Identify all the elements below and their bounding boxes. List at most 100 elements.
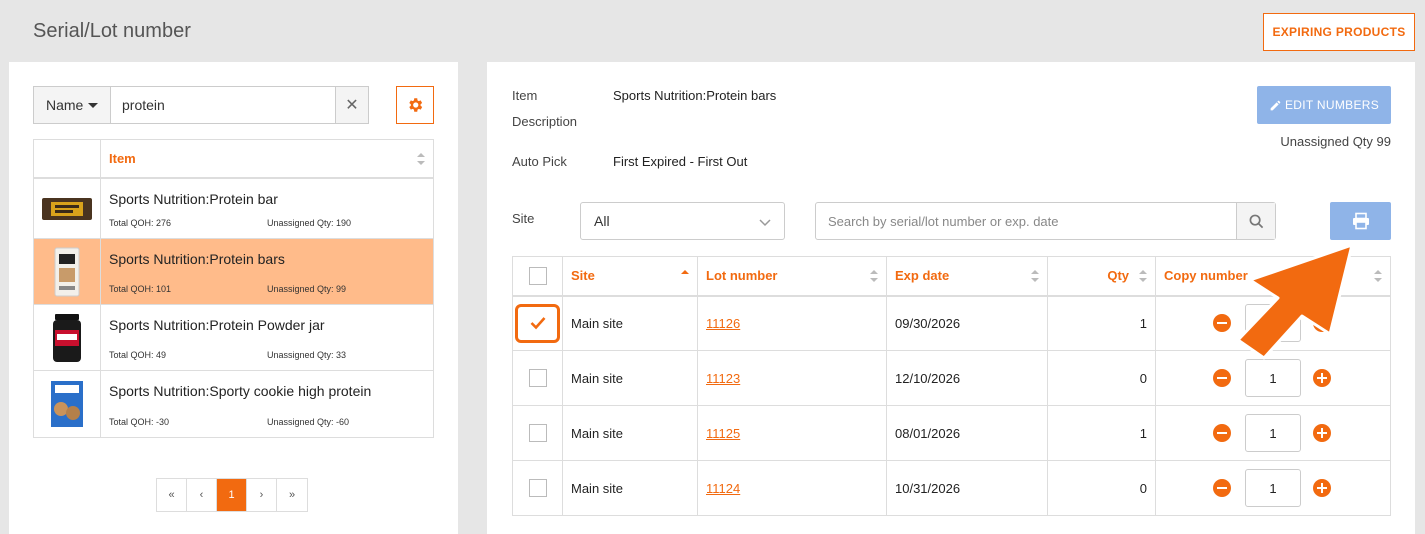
item-row-selected[interactable]: Sports Nutrition:Protein bars Total QOH:…	[34, 239, 433, 305]
item-name: Sports Nutrition:Sporty cookie high prot…	[109, 383, 372, 399]
decrement-button[interactable]	[1213, 424, 1231, 442]
qty-column-label: Qty	[1107, 268, 1129, 284]
item-name: Sports Nutrition:Protein bar	[109, 191, 278, 207]
item-unassigned: Unassigned Qty: 99	[267, 284, 347, 294]
sort-icon	[870, 269, 878, 282]
select-all-checkbox[interactable]	[528, 266, 547, 285]
sort-asc-icon	[681, 269, 689, 282]
lot-column-header[interactable]: Lot number	[697, 256, 887, 297]
increment-button[interactable]	[1313, 314, 1331, 333]
clear-search-button[interactable]: ✕	[335, 86, 369, 124]
product-thumbnail	[34, 239, 101, 304]
exp-cell: 10/31/2026	[886, 460, 1048, 516]
decrement-button[interactable]	[1213, 479, 1231, 497]
item-row[interactable]: Sports Nutrition:Protein Powder jar Tota…	[34, 305, 433, 371]
row-checkbox[interactable]	[528, 479, 547, 497]
lot-number-link[interactable]: 11124	[706, 481, 740, 496]
pencil-icon	[1270, 100, 1281, 110]
expiring-products-button[interactable]: EXPIRING PRODUCTS	[1263, 13, 1415, 51]
checkmark-icon	[530, 317, 545, 330]
increment-button[interactable]	[1313, 424, 1331, 442]
row-select-cell	[512, 460, 563, 516]
lot-cell: 11126	[697, 295, 887, 351]
item-list-panel: Name protein ✕ Item Sports Nutrition:Pro…	[9, 62, 458, 534]
pager-last-button[interactable]: »	[277, 479, 307, 511]
row-checkbox[interactable]	[528, 369, 547, 387]
lot-row: Main site 11123 12/10/2026 0 1	[512, 350, 1391, 406]
autopick-value: First Expired - First Out	[613, 154, 748, 169]
sort-icon	[417, 152, 425, 165]
lot-row: Main site 11125 08/01/2026 1 1	[512, 405, 1391, 461]
item-name: Sports Nutrition:Protein bars	[109, 251, 285, 267]
item-value: Sports Nutrition:Protein bars	[613, 88, 777, 103]
item-row[interactable]: Sports Nutrition:Protein bar Total QOH: …	[34, 179, 433, 239]
item-search-input[interactable]: protein	[110, 86, 336, 124]
lot-number-link[interactable]: 11123	[706, 371, 740, 386]
item-row[interactable]: Sports Nutrition:Sporty cookie high prot…	[34, 371, 433, 437]
search-field-select[interactable]: Name	[33, 86, 111, 124]
copy-number-input[interactable]: 1	[1245, 359, 1301, 397]
increment-button[interactable]	[1313, 479, 1331, 497]
exp-column-header[interactable]: Exp date	[886, 256, 1048, 297]
item-column-header[interactable]: Item	[101, 140, 433, 177]
row-select-cell	[512, 350, 563, 406]
copy-cell: 1	[1155, 350, 1391, 406]
lot-row: Main site 11124 10/31/2026 0 1	[512, 460, 1391, 516]
row-checkbox-checked[interactable]	[515, 303, 560, 343]
item-qoh: Total QOH: 101	[109, 284, 172, 294]
serial-search-placeholder: Search by serial/lot number or exp. date	[828, 213, 1059, 229]
copy-cell: 1	[1155, 460, 1391, 516]
copy-cell: 1	[1155, 295, 1391, 351]
lot-row: Main site 11126 09/30/2026 1 1	[512, 295, 1391, 351]
item-column-label: Item	[109, 151, 136, 166]
lot-table-header: Site Lot number Exp date Qty Copy number	[512, 256, 1391, 297]
row-checkbox[interactable]	[528, 424, 547, 442]
pagination: « ‹ 1 › »	[156, 478, 308, 512]
site-label: Site	[512, 211, 535, 226]
site-select[interactable]: All	[580, 202, 785, 240]
site-column-header[interactable]: Site	[562, 256, 698, 297]
item-qoh: Total QOH: 49	[109, 350, 167, 360]
pager-prev-button[interactable]: ‹	[187, 479, 217, 511]
chevron-down-icon	[759, 219, 771, 227]
search-field-label: Name	[46, 97, 84, 113]
lot-number-link[interactable]: 11125	[706, 426, 740, 441]
print-button[interactable]	[1330, 202, 1391, 240]
item-table-header: Item	[34, 140, 433, 179]
site-select-value: All	[594, 213, 610, 229]
site-column-label: Site	[571, 268, 595, 284]
pager-next-button[interactable]: ›	[247, 479, 277, 511]
caret-down-icon	[88, 103, 98, 108]
copy-column-header[interactable]: Copy number	[1155, 256, 1391, 297]
decrement-button[interactable]	[1213, 314, 1231, 333]
search-button[interactable]	[1236, 203, 1275, 239]
page-title: Serial/Lot number	[33, 20, 191, 42]
lot-table: Site Lot number Exp date Qty Copy number…	[512, 256, 1391, 516]
description-label: Description	[512, 114, 578, 129]
qty-cell: 1	[1047, 405, 1156, 461]
settings-button[interactable]	[396, 86, 434, 124]
lot-number-link[interactable]: 11126	[706, 316, 740, 331]
qty-cell: 0	[1047, 350, 1156, 406]
copy-number-input[interactable]: 1	[1245, 469, 1301, 507]
serial-search-input[interactable]: Search by serial/lot number or exp. date	[815, 202, 1276, 240]
pager-first-button[interactable]: «	[157, 479, 187, 511]
qty-column-header[interactable]: Qty	[1047, 256, 1156, 297]
row-select-cell	[512, 295, 563, 351]
search-icon	[1249, 214, 1263, 228]
sort-icon	[1031, 269, 1039, 282]
row-select-cell	[512, 405, 563, 461]
copy-number-input[interactable]: 1	[1245, 414, 1301, 452]
exp-cell: 08/01/2026	[886, 405, 1048, 461]
decrement-button[interactable]	[1213, 369, 1231, 387]
copy-number-input[interactable]: 1	[1245, 304, 1301, 343]
copy-cell: 1	[1155, 405, 1391, 461]
edit-numbers-button[interactable]: EDIT NUMBERS	[1257, 86, 1391, 124]
item-qoh: Total QOH: -30	[109, 417, 170, 427]
unassigned-qty: Unassigned Qty 99	[1280, 134, 1391, 149]
item-unassigned: Unassigned Qty: 190	[267, 218, 352, 228]
pager-page-1[interactable]: 1	[217, 479, 247, 511]
exp-column-label: Exp date	[895, 268, 950, 284]
increment-button[interactable]	[1313, 369, 1331, 387]
item-table: Item Sports Nutrition:Protein bar Total …	[33, 139, 434, 438]
